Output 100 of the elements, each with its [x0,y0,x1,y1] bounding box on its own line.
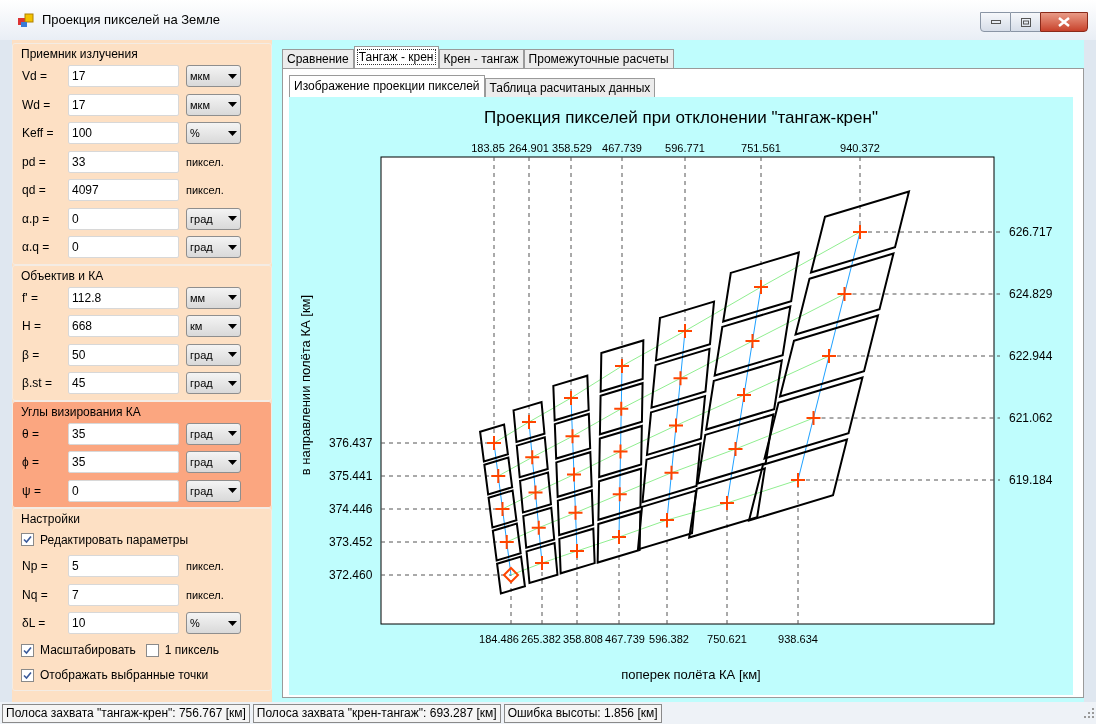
minimize-icon [990,20,1001,24]
unit-dropdown[interactable]: град [186,451,241,474]
input-field[interactable]: 668 [68,315,179,338]
unit-dropdown[interactable]: % [186,122,241,145]
x-axis-label: поперек полёта КА [км] [621,666,761,684]
input-field[interactable]: 45 [68,372,179,395]
app-icon [18,12,34,28]
field-label: β.st = [22,375,53,393]
unit-dropdown[interactable]: град [186,236,241,259]
tick-label: 264.901 [509,141,549,156]
maximize-icon [1020,17,1031,27]
tick-label: 750.621 [707,632,747,647]
input-field[interactable]: 35 [68,451,179,474]
group-title: Углы визирования КА [20,403,142,420]
field-label: ψ = [22,482,42,500]
input-field[interactable]: 7 [68,583,179,606]
tick-label: 358.529 [552,141,592,156]
status-panel: Полоса захвата "тангаж-крен": 756.767 [км] [2,703,250,723]
input-field[interactable]: 50 [68,343,179,366]
checkmark-icon [23,645,32,655]
window-title: Проекция пикселей на Земле [42,11,221,30]
checkbox[interactable] [21,533,34,546]
checkbox-label: Редактировать параметры [40,531,189,549]
maximize-button[interactable] [1011,12,1040,32]
dropdown-arrow-icon [228,380,237,386]
unit-dropdown[interactable]: мм [186,286,241,309]
tick-label: 622.944 [1009,348,1053,365]
dropdown-arrow-icon [228,352,237,358]
checkmark-icon [23,670,32,680]
checkbox-label: Отображать выбранные точки [40,667,209,684]
input-field[interactable]: 35 [68,422,179,445]
input-field[interactable]: 33 [68,150,179,173]
input-field[interactable]: 0 [68,236,179,259]
tick-label: 621.062 [1009,410,1053,427]
input-field[interactable]: 112.8 [68,286,179,309]
tab[interactable]: Промежуточные расчеты [523,49,674,68]
unit-dropdown[interactable]: км [186,315,241,338]
field-label: H = [22,318,42,336]
close-button[interactable] [1040,12,1088,32]
tick-label: 372.460 [329,567,373,584]
close-icon [1058,17,1070,27]
status-panel: Полоса захвата "крен-тангаж": 693.287 [км] [252,703,501,723]
unit-label: пиксел. [186,587,224,603]
y-axis-label: в направлении полёта КА [км] [297,294,315,476]
field-label: α.p = [22,210,51,228]
input-field[interactable]: 10 [68,612,179,635]
unit-dropdown[interactable]: мкм [186,93,241,116]
checkmark-icon [23,535,32,544]
status-panel: Ошибка высоты: 1.856 [км] [503,703,662,723]
group-title: Объектив и КА [20,267,105,284]
tick-label: 375.441 [329,468,373,485]
field-label: Np = [22,558,49,576]
unit-dropdown[interactable]: град [186,343,241,366]
group-title: Приемник излучения [20,46,139,62]
tick-label: 596.771 [665,141,705,156]
minimize-button[interactable] [980,12,1011,32]
chart-title: Проекция пикселей при отклонении "тангаж-крен" [483,107,879,129]
checkbox[interactable] [21,668,34,682]
tab[interactable]: Крен - тангаж [438,49,524,68]
tick-label: 467.739 [602,141,642,156]
unit-label: пиксел. [186,559,224,574]
unit-dropdown[interactable]: град [186,479,241,502]
tick-label: 624.829 [1009,286,1053,303]
input-field[interactable]: 17 [68,65,179,88]
input-field[interactable]: 4097 [68,179,179,202]
field-label: α.q = [22,239,51,257]
input-field[interactable]: 17 [68,93,179,116]
tick-label: 596.382 [649,632,689,647]
field-label: qd = [22,182,47,200]
tab[interactable]: Таблица расчитаных данных [484,78,656,97]
tick-label: 940.372 [840,141,880,156]
tick-label: 358.808 [563,632,603,647]
checkbox[interactable] [145,643,159,657]
dropdown-arrow-icon [228,620,237,626]
input-field[interactable]: 0 [68,479,179,502]
tab[interactable]: Тангаж - крен [353,46,439,68]
unit-dropdown[interactable]: % [186,612,241,635]
unit-dropdown[interactable]: град [186,372,241,395]
field-label: Keff = [22,125,55,143]
tick-label: 374.446 [329,501,373,518]
dropdown-arrow-icon [228,295,237,301]
dropdown-arrow-icon [228,323,237,329]
checkbox[interactable] [21,643,34,657]
tab[interactable]: Изображение проекции пикселей [289,75,485,97]
tick-label: 184.486 [479,632,519,647]
tick-label: 376.437 [329,435,373,452]
tick-label: 265.382 [521,632,561,647]
checkbox-label: 1 пиксель [164,642,219,659]
dropdown-arrow-icon [228,244,237,250]
tab[interactable]: Сравнение [282,49,354,68]
tick-label: 373.452 [329,534,373,551]
dropdown-arrow-icon [228,102,237,108]
unit-dropdown[interactable]: град [186,422,241,445]
unit-dropdown[interactable]: град [186,207,241,230]
field-label: θ = [22,425,40,443]
input-field[interactable]: 100 [68,122,179,145]
unit-dropdown[interactable]: мкм [186,65,241,88]
input-field[interactable]: 5 [68,555,179,578]
input-field[interactable]: 0 [68,207,179,230]
group-title: Настройки [20,511,81,527]
